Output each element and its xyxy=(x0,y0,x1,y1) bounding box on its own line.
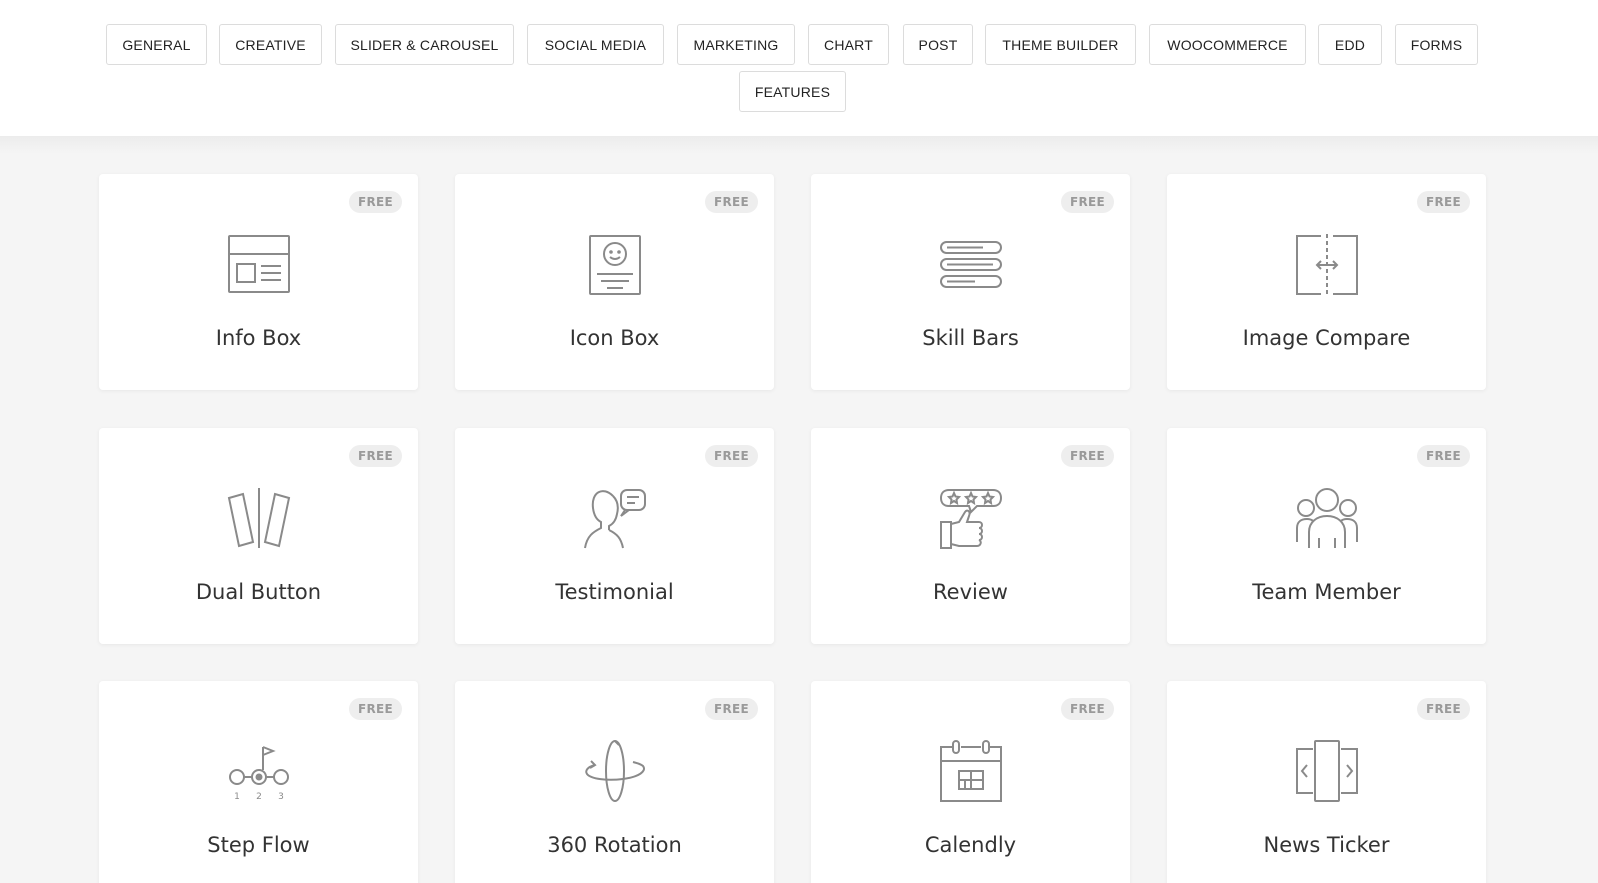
free-badge: FREE xyxy=(705,191,758,213)
filter-marketing-button[interactable]: MARKETING xyxy=(677,24,795,65)
news-ticker-icon xyxy=(1295,739,1359,803)
filter-forms-button[interactable]: FORMS xyxy=(1395,24,1478,65)
free-badge: FREE xyxy=(349,191,402,213)
filter-post-button[interactable]: POST xyxy=(903,24,973,65)
skill-bars-icon xyxy=(939,232,1003,296)
free-badge: FREE xyxy=(1417,698,1470,720)
header-shadow xyxy=(0,136,1598,154)
free-badge: FREE xyxy=(1061,191,1114,213)
widget-title: Icon Box xyxy=(569,326,660,350)
icon-box-icon xyxy=(583,232,647,296)
free-badge: FREE xyxy=(705,698,758,720)
widget-card-dual-button[interactable]: FREE Dual Button xyxy=(99,428,418,644)
widget-card-image-compare[interactable]: FREE Image Compare xyxy=(1167,174,1486,390)
widget-card-icon-box[interactable]: FREE Icon Box xyxy=(455,174,774,390)
category-filter-bar: GENERAL CREATIVE SLIDER & CAROUSEL SOCIA… xyxy=(0,0,1598,136)
free-badge: FREE xyxy=(1417,445,1470,467)
step-flow-icon: 1 2 3 xyxy=(227,739,291,803)
widget-title: Review xyxy=(933,580,1008,604)
widget-card-info-box[interactable]: FREE Info Box xyxy=(99,174,418,390)
widget-card-calendly[interactable]: FREE Calendly xyxy=(811,681,1130,883)
free-badge: FREE xyxy=(705,445,758,467)
filter-social-media-button[interactable]: SOCIAL MEDIA xyxy=(527,24,664,65)
filter-woocommerce-button[interactable]: WOOCOMMERCE xyxy=(1149,24,1306,65)
step-number-2: 2 xyxy=(256,792,262,802)
free-badge: FREE xyxy=(1417,191,1470,213)
widget-title: Step Flow xyxy=(207,833,310,857)
widget-card-review[interactable]: FREE Review xyxy=(811,428,1130,644)
widget-title: Skill Bars xyxy=(922,326,1019,350)
filter-creative-button[interactable]: CREATIVE xyxy=(219,24,322,65)
widget-title: Dual Button xyxy=(195,580,322,604)
widget-title: Calendly xyxy=(924,833,1017,857)
widget-title: News Ticker xyxy=(1263,833,1390,857)
widget-title: Testimonial xyxy=(555,580,674,604)
free-badge: FREE xyxy=(1061,445,1114,467)
team-member-icon xyxy=(1295,486,1359,550)
step-number-1: 1 xyxy=(234,792,240,802)
filter-theme-builder-button[interactable]: THEME BUILDER xyxy=(985,24,1136,65)
filter-chart-button[interactable]: CHART xyxy=(808,24,889,65)
info-box-icon xyxy=(227,232,291,296)
filter-slider-carousel-button[interactable]: SLIDER & CAROUSEL xyxy=(335,24,514,65)
filter-general-button[interactable]: GENERAL xyxy=(106,24,207,65)
calendly-icon xyxy=(939,739,1003,803)
widget-card-team-member[interactable]: FREE Team Member xyxy=(1167,428,1486,644)
filter-edd-button[interactable]: EDD xyxy=(1318,24,1382,65)
widget-title: Image Compare xyxy=(1242,326,1411,350)
dual-button-icon xyxy=(227,486,291,550)
filter-features-button[interactable]: FEATURES xyxy=(739,71,846,112)
widget-card-step-flow[interactable]: FREE 1 2 3 Step Flow xyxy=(99,681,418,883)
free-badge: FREE xyxy=(349,698,402,720)
widget-title: Team Member xyxy=(1252,580,1401,604)
widget-title: Info Box xyxy=(215,326,302,350)
step-number-3: 3 xyxy=(278,792,284,802)
testimonial-icon xyxy=(583,486,647,550)
free-badge: FREE xyxy=(349,445,402,467)
widget-card-skill-bars[interactable]: FREE Skill Bars xyxy=(811,174,1130,390)
widget-card-360-rotation[interactable]: FREE 360 Rotation xyxy=(455,681,774,883)
widget-title: 360 Rotation xyxy=(547,833,682,857)
free-badge: FREE xyxy=(1061,698,1114,720)
image-compare-icon xyxy=(1295,232,1359,296)
review-icon xyxy=(939,486,1003,550)
widget-card-testimonial[interactable]: FREE Testimonial xyxy=(455,428,774,644)
widget-card-news-ticker[interactable]: FREE News Ticker xyxy=(1167,681,1486,883)
360-rotation-icon xyxy=(583,739,647,803)
